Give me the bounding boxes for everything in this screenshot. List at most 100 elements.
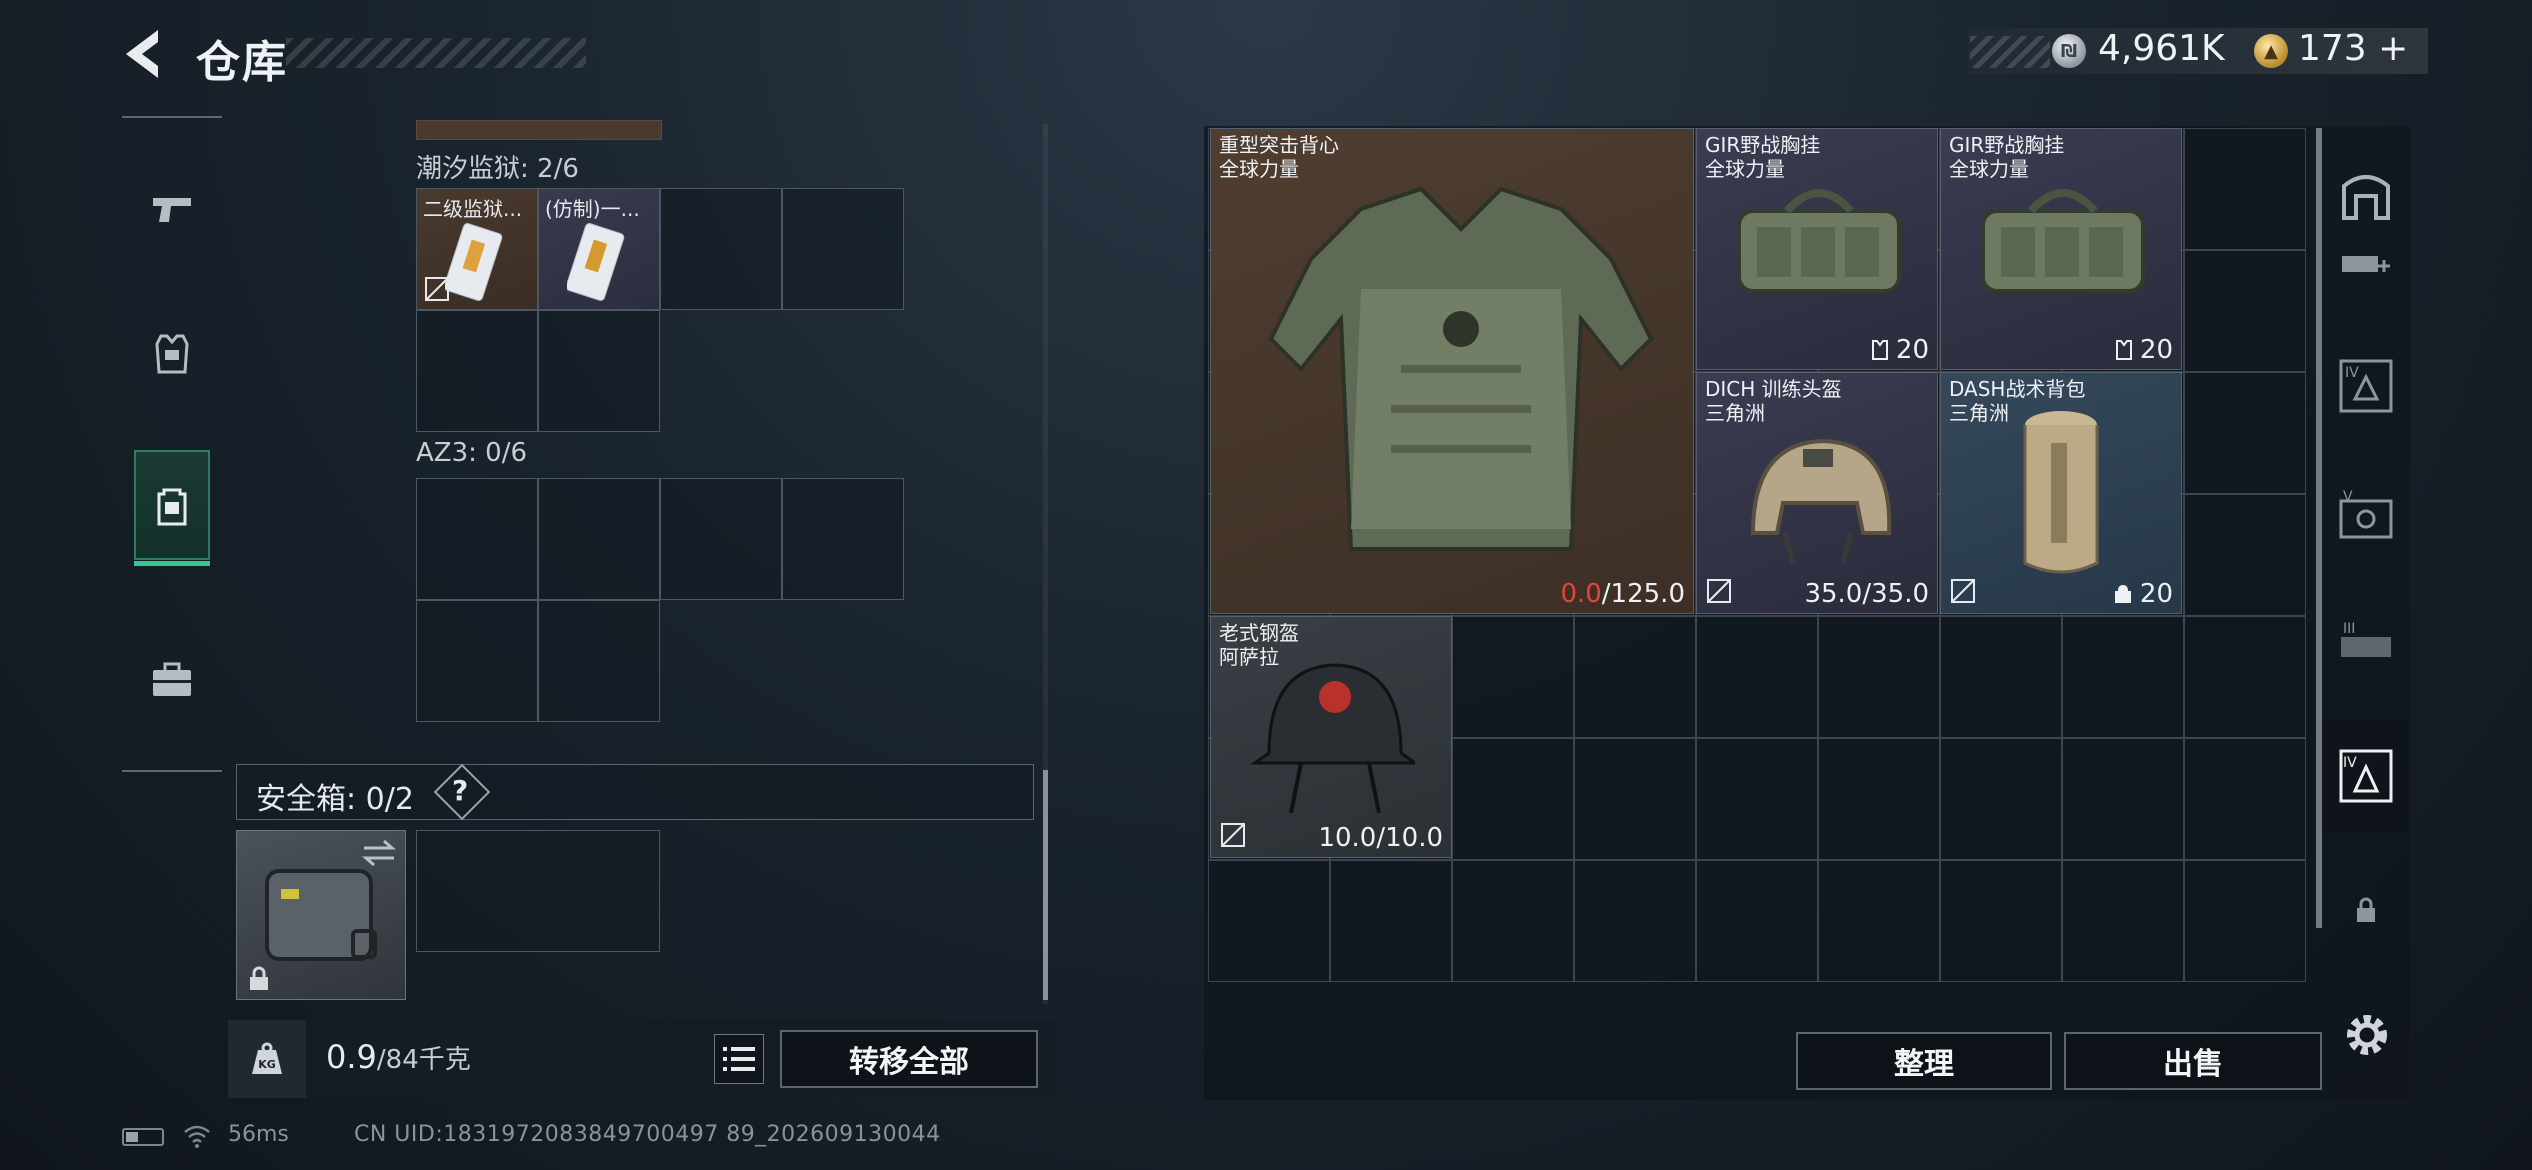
no-lock-icon (1707, 579, 1731, 603)
sort-add-button[interactable] (2336, 236, 2396, 296)
stash-slot[interactable] (1696, 738, 1818, 860)
stash-slot[interactable] (1696, 860, 1818, 982)
secure-case-icon (265, 869, 377, 961)
stash-slot[interactable] (1940, 738, 2062, 860)
stash-slot[interactable] (1574, 860, 1696, 982)
stash-item-training-helmet[interactable]: DICH 训练头盔 三角洲 35.0/35.0 (1696, 372, 1938, 614)
safe-box-slot[interactable] (416, 830, 660, 952)
locked-filter-button[interactable] (2336, 880, 2396, 940)
sell-button[interactable]: 出售 (2064, 1032, 2322, 1090)
stash-slot[interactable] (2062, 616, 2184, 738)
container-slot[interactable] (782, 478, 904, 600)
stash-slot[interactable] (2184, 860, 2306, 982)
stash-slot[interactable] (2184, 738, 2306, 860)
chest-rig-icon (1981, 189, 2145, 293)
keycard-icon (567, 223, 625, 301)
list-view-button[interactable] (714, 1034, 764, 1084)
stash-slot[interactable] (2184, 128, 2306, 250)
stash-slot[interactable] (1818, 860, 1940, 982)
stash-slot[interactable] (1940, 860, 2062, 982)
stash-slot[interactable] (2062, 860, 2184, 982)
rail-armor-button[interactable] (122, 300, 222, 410)
stash-slot[interactable] (2184, 250, 2306, 372)
weight-max: /84千克 (376, 1045, 471, 1075)
container-slot[interactable] (782, 188, 904, 310)
back-arrow-icon[interactable] (118, 24, 168, 84)
lock-icon (2357, 897, 2375, 922)
stash-slot[interactable] (1208, 860, 1330, 982)
swap-icon[interactable] (360, 838, 398, 868)
home-filter-button[interactable] (2336, 164, 2396, 224)
add-gold-icon[interactable]: + (2378, 28, 2408, 69)
settings-gear-icon[interactable] (2338, 1006, 2396, 1064)
container-slot[interactable] (538, 478, 660, 600)
container-slot[interactable] (660, 188, 782, 310)
item-durability: 0.0/125.0 (1560, 579, 1685, 609)
stash-slot[interactable] (1452, 738, 1574, 860)
no-lock-icon (1951, 579, 1975, 603)
list-icon (723, 1047, 755, 1071)
container-slot[interactable] (416, 310, 538, 432)
title-decoration (286, 38, 586, 68)
duffel-backpack-icon (2023, 411, 2099, 574)
tier5-filter-icon: V (2339, 489, 2393, 539)
silver-coin-icon: ₪ (2052, 34, 2086, 68)
rail-backpack-button[interactable] (134, 450, 210, 566)
battery-icon (122, 1128, 164, 1146)
lock-icon (250, 966, 268, 990)
rail-case-button[interactable] (122, 624, 222, 734)
stash-slot[interactable] (2184, 616, 2306, 738)
transfer-all-button[interactable]: 转移全部 (780, 1030, 1038, 1088)
helmet-icon (1750, 438, 1892, 564)
stash-slot[interactable] (1452, 860, 1574, 982)
tier5-filter-button[interactable]: V (2336, 486, 2396, 546)
stash-slot[interactable] (1452, 616, 1574, 738)
svg-text:III: III (2343, 621, 2355, 637)
chest-rig-icon (1737, 189, 1901, 293)
rail-weapons-button[interactable] (122, 154, 222, 264)
stash-slot[interactable] (2184, 494, 2306, 616)
container-slot[interactable] (660, 478, 782, 600)
tier4-filter-button[interactable]: IV (2336, 356, 2396, 416)
bag-capacity-icon (2114, 585, 2131, 603)
container-slot[interactable] (416, 478, 538, 600)
item-capacity: 20 (2112, 579, 2173, 609)
stash-item-tactical-backpack[interactable]: DASH战术背包 三角洲 20 (1940, 372, 2182, 614)
ping-readout: 56ms (228, 1122, 289, 1147)
stash-item-steel-helmet[interactable]: 老式钢盔 阿萨拉 10.0/10.0 (1210, 616, 1452, 858)
svg-text:IV: IV (2345, 365, 2359, 381)
item-durability: 35.0/35.0 (1804, 579, 1929, 609)
partial-item-row (416, 120, 662, 140)
item-name: GIR野战胸挂 全球力量 (1705, 133, 1821, 181)
tier3-filter-button[interactable]: III (2336, 616, 2396, 676)
stash-slot[interactable] (2062, 738, 2184, 860)
capacity-icon (2115, 340, 2132, 360)
steel-helmet-icon (1251, 663, 1415, 814)
stash-slot[interactable] (1940, 616, 2062, 738)
stash-item-chest-rig[interactable]: GIR野战胸挂 全球力量 20 (1940, 128, 2182, 370)
stash-slot[interactable] (1574, 738, 1696, 860)
item-label: 二级监狱... (423, 197, 523, 221)
stash-slot[interactable] (1574, 616, 1696, 738)
stash-item-heavy-vest[interactable]: 重型突击背心 全球力量 0.0/125.0 (1210, 128, 1694, 614)
container-item-2[interactable]: (仿制)一... (538, 188, 660, 310)
container-item-1[interactable]: 二级监狱... (416, 188, 538, 310)
gold-amount-group[interactable]: 173 + (2298, 28, 2408, 69)
item-durability: 10.0/10.0 (1318, 823, 1443, 853)
stash-slot[interactable] (1818, 738, 1940, 860)
stash-scrollbar[interactable] (2316, 128, 2322, 928)
home-icon (2342, 175, 2390, 220)
container-slot[interactable] (538, 310, 660, 432)
stash-slot[interactable] (1330, 860, 1452, 982)
stash-slot[interactable] (1818, 616, 1940, 738)
currency-decoration (1970, 36, 2050, 68)
item-name: GIR野战胸挂 全球力量 (1949, 133, 2065, 181)
stash-slot[interactable] (2184, 372, 2306, 494)
stash-item-chest-rig[interactable]: GIR野战胸挂 全球力量 20 (1696, 128, 1938, 370)
stash-slot[interactable] (1696, 616, 1818, 738)
container-scrollbar-thumb[interactable] (1043, 770, 1048, 1000)
tier4-selected-filter-button[interactable]: IV (2324, 720, 2408, 832)
container-slot[interactable] (538, 600, 660, 722)
container-slot[interactable] (416, 600, 538, 722)
sort-button[interactable]: 整理 (1796, 1032, 2052, 1090)
